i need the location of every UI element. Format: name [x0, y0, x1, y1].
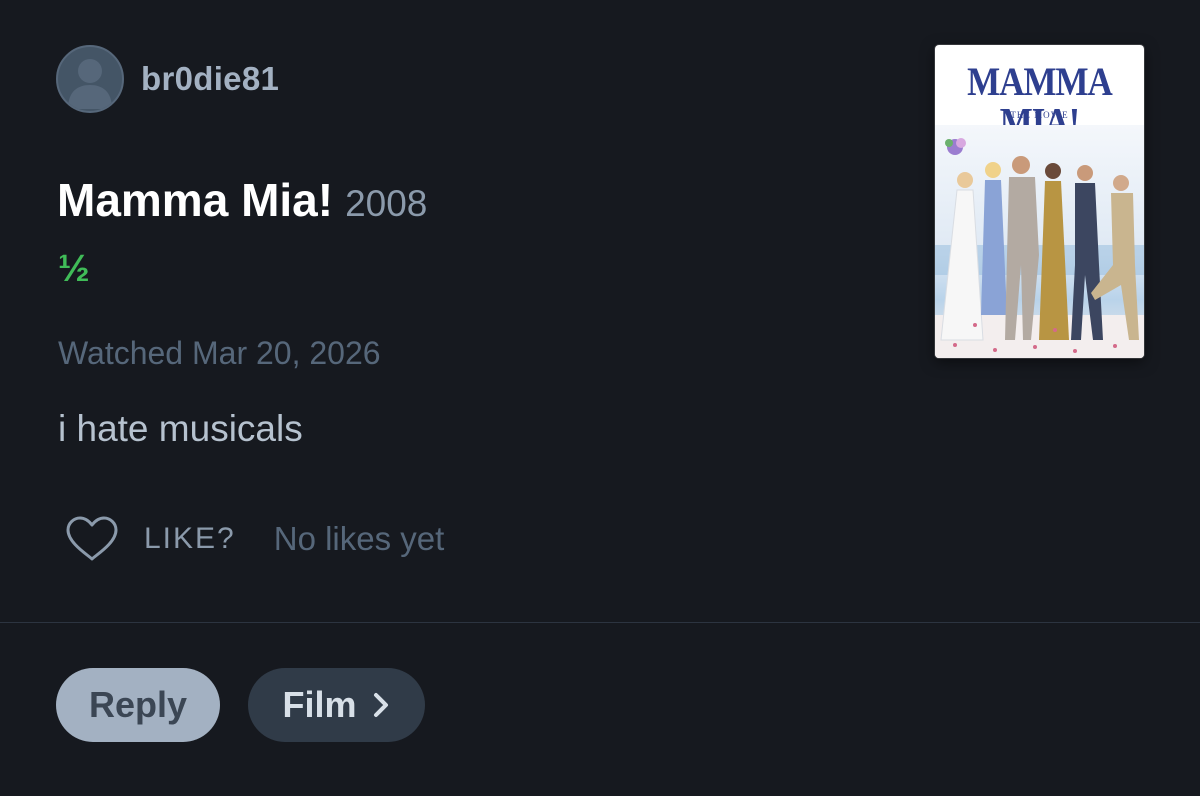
- heart-outline-icon[interactable]: [64, 515, 120, 563]
- film-button-label: Film: [282, 684, 357, 725]
- star-rating: ½: [58, 248, 90, 290]
- review-screen: br0die81 Mamma Mia! 2008 ½ Watched Mar 2…: [0, 0, 1200, 796]
- film-heading: Mamma Mia! 2008: [57, 173, 427, 227]
- avatar[interactable]: [56, 45, 124, 113]
- film-poster[interactable]: MAMMA MIA! THE MOVIE: [935, 45, 1144, 358]
- watched-date: Watched Mar 20, 2026: [58, 335, 381, 371]
- default-user-avatar-icon: [68, 59, 112, 109]
- film-year[interactable]: 2008: [345, 183, 427, 225]
- chevron-right-icon: [373, 693, 388, 717]
- poster-subtitle: THE MOVIE: [1010, 110, 1069, 120]
- likes-count: No likes yet: [273, 520, 445, 557]
- like-row: LIKE? No likes yet: [64, 514, 444, 564]
- reply-button[interactable]: Reply: [56, 668, 220, 742]
- film-button[interactable]: Film: [248, 668, 425, 742]
- review-text: i hate musicals: [58, 408, 303, 449]
- reply-button-label: Reply: [88, 684, 188, 725]
- like-button-label[interactable]: LIKE?: [144, 522, 236, 556]
- review-author[interactable]: br0die81: [56, 45, 279, 113]
- film-title[interactable]: Mamma Mia!: [57, 173, 333, 227]
- divider: [0, 622, 1200, 623]
- username[interactable]: br0die81: [141, 60, 279, 98]
- poster-artwork: [935, 125, 1144, 358]
